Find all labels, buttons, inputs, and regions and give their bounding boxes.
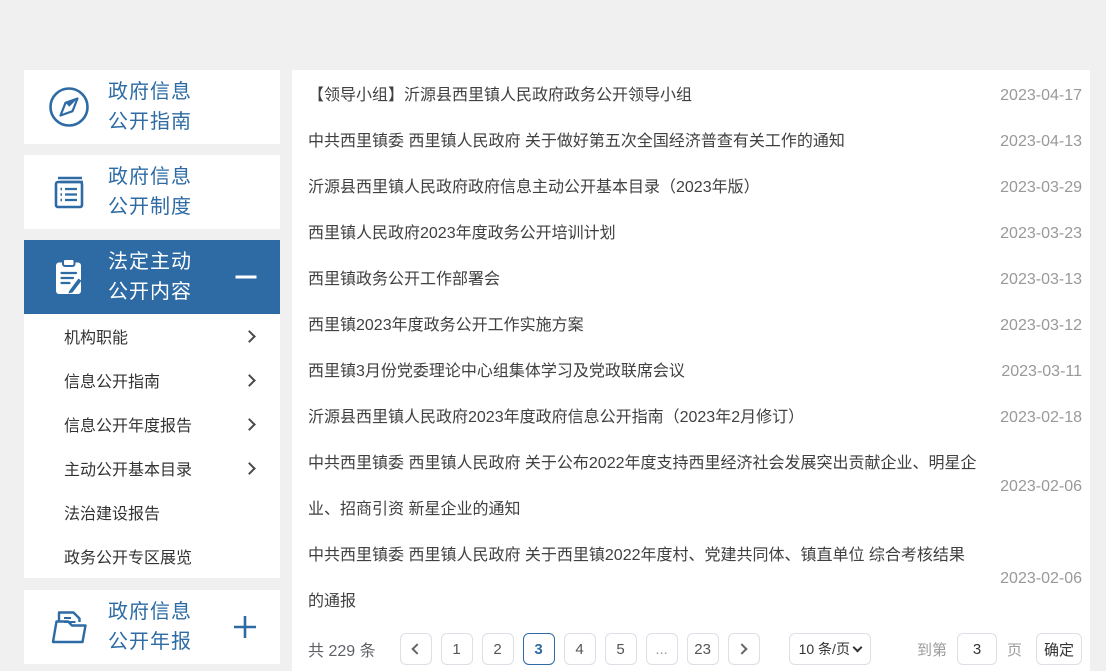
news-row[interactable]: 西里镇政务公开工作部署会 2023-03-13 — [308, 257, 1082, 303]
news-title-link[interactable]: 西里镇3月份党委理论中心组集体学习及党政联席会议 — [308, 349, 996, 395]
expand-plus-icon[interactable] — [232, 614, 258, 640]
pagination-page-2[interactable]: 2 — [482, 633, 514, 665]
news-date: 2023-03-11 — [996, 363, 1082, 381]
sidebar-item-label: 政府信息公开制度 — [108, 162, 200, 222]
sidebar-item-gov-info-system[interactable]: 政府信息公开制度 — [24, 155, 280, 229]
sidebar-item-gov-info-guide[interactable]: 政府信息公开指南 — [24, 70, 280, 144]
news-date: 2023-03-13 — [996, 271, 1082, 289]
news-title-link[interactable]: 西里镇2023年度政务公开工作实施方案 — [308, 303, 996, 349]
sidebar-item-statutory-disclosure[interactable]: 法定主动公开内容 — [24, 240, 280, 314]
news-date: 2023-03-29 — [996, 179, 1082, 197]
chevron-right-icon — [736, 643, 747, 654]
goto-prefix-label: 到第 — [917, 639, 947, 660]
pagination-ellipsis[interactable]: ... — [646, 633, 678, 665]
news-row[interactable]: 沂源县西里镇人民政府政府信息主动公开基本目录（2023年版） 2023-03-2… — [308, 165, 1082, 211]
collapse-minus-icon[interactable] — [234, 265, 258, 289]
folder-icon — [44, 604, 94, 650]
news-row[interactable]: 中共西里镇委 西里镇人民政府 关于做好第五次全国经济普查有关工作的通知 2023… — [308, 119, 1082, 165]
sidebar: 政府信息公开指南 政府信息公开制度 — [24, 70, 280, 664]
compass-icon — [44, 84, 94, 130]
sidebar-item-label: 政府信息公开年报 — [108, 597, 200, 657]
chevron-right-icon — [243, 330, 256, 343]
news-row[interactable]: 中共西里镇委 西里镇人民政府 关于公布2022年度支持西里经济社会发展突出贡献企… — [308, 441, 1082, 533]
sidebar-item-annual-report[interactable]: 政府信息公开年报 — [24, 590, 280, 664]
chevron-right-icon — [243, 374, 256, 387]
pagination-next-button[interactable] — [728, 633, 760, 665]
pagination-page-4[interactable]: 4 — [564, 633, 596, 665]
notebook-icon — [44, 169, 94, 215]
goto-confirm-button[interactable]: 确定 — [1036, 633, 1082, 665]
chevron-left-icon — [411, 643, 422, 654]
chevron-right-icon — [243, 418, 256, 431]
page-size-select[interactable]: 10 条/页 — [789, 633, 871, 665]
submenu-item-special-zone[interactable]: 政务公开专区展览 — [24, 534, 280, 578]
submenu-item-law-report[interactable]: 法治建设报告 — [24, 490, 280, 534]
chevron-right-icon — [243, 462, 256, 475]
news-row[interactable]: 中共西里镇委 西里镇人民政府 关于西里镇2022年度村、党建共同体、镇直单位 综… — [308, 533, 1082, 625]
news-title-link[interactable]: 中共西里镇委 西里镇人民政府 关于西里镇2022年度村、党建共同体、镇直单位 综… — [308, 533, 996, 625]
sidebar-item-label: 政府信息公开指南 — [108, 77, 200, 137]
news-title-link[interactable]: 中共西里镇委 西里镇人民政府 关于公布2022年度支持西里经济社会发展突出贡献企… — [308, 441, 996, 533]
news-title-link[interactable]: 西里镇人民政府2023年度政务公开培训计划 — [308, 211, 996, 257]
news-title-link[interactable]: 沂源县西里镇人民政府2023年度政府信息公开指南（2023年2月修订） — [308, 395, 996, 441]
news-date: 2023-04-17 — [996, 87, 1082, 105]
submenu-item-info-guide[interactable]: 信息公开指南 — [24, 358, 280, 402]
sidebar-item-label: 法定主动公开内容 — [108, 247, 200, 307]
news-title-link[interactable]: 【领导小组】沂源县西里镇人民政府政务公开领导小组 — [308, 73, 996, 119]
news-date: 2023-04-13 — [996, 133, 1082, 151]
goto-suffix-label: 页 — [1007, 639, 1022, 660]
pagination-page-5[interactable]: 5 — [605, 633, 637, 665]
news-date: 2023-02-06 — [996, 478, 1082, 496]
news-list-panel: 【领导小组】沂源县西里镇人民政府政务公开领导小组 2023-04-17 中共西里… — [292, 70, 1090, 671]
clipboard-pencil-icon — [44, 254, 94, 300]
news-title-link[interactable]: 西里镇政务公开工作部署会 — [308, 257, 996, 303]
pagination-page-23[interactable]: 23 — [687, 633, 719, 665]
news-date: 2023-02-18 — [996, 409, 1082, 427]
news-date: 2023-03-23 — [996, 225, 1082, 243]
news-date: 2023-02-06 — [996, 570, 1082, 588]
submenu-item-catalog[interactable]: 主动公开基本目录 — [24, 446, 280, 490]
goto-page-group: 到第 页 确定 — [917, 633, 1082, 665]
news-title-link[interactable]: 中共西里镇委 西里镇人民政府 关于做好第五次全国经济普查有关工作的通知 — [308, 119, 996, 165]
news-date: 2023-03-12 — [996, 317, 1082, 335]
pagination-prev-button[interactable] — [400, 633, 432, 665]
news-row[interactable]: 西里镇2023年度政务公开工作实施方案 2023-03-12 — [308, 303, 1082, 349]
submenu-item-organization[interactable]: 机构职能 — [24, 314, 280, 358]
news-row[interactable]: 西里镇3月份党委理论中心组集体学习及党政联席会议 2023-03-11 — [308, 349, 1082, 395]
submenu-item-annual-report[interactable]: 信息公开年度报告 — [24, 402, 280, 446]
page-size-value: 10 条/页 — [799, 639, 850, 659]
sidebar-submenu: 机构职能 信息公开指南 信息公开年度报告 主动公开基本目录 法治建设报告 政务公… — [24, 314, 280, 578]
pagination-page-1[interactable]: 1 — [441, 633, 473, 665]
news-title-link[interactable]: 沂源县西里镇人民政府政府信息主动公开基本目录（2023年版） — [308, 165, 996, 211]
news-row[interactable]: 沂源县西里镇人民政府2023年度政府信息公开指南（2023年2月修订） 2023… — [308, 395, 1082, 441]
news-row[interactable]: 【领导小组】沂源县西里镇人民政府政务公开领导小组 2023-04-17 — [308, 73, 1082, 119]
pagination-total: 共 229 条 — [308, 637, 376, 661]
news-row[interactable]: 西里镇人民政府2023年度政务公开培训计划 2023-03-23 — [308, 211, 1082, 257]
chevron-down-icon — [852, 643, 862, 653]
goto-page-input[interactable] — [957, 633, 997, 665]
pagination-bar: 共 229 条 1 2 3 4 5 ... 23 10 条/页 到第 页 确定 — [308, 633, 1082, 665]
pagination-page-3-active[interactable]: 3 — [523, 633, 555, 665]
